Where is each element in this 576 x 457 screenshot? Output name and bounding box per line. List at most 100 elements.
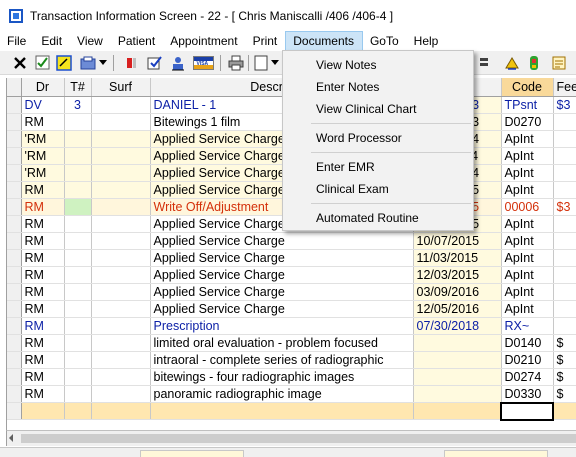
cell-tnum[interactable] [64, 215, 92, 233]
cell-date[interactable] [413, 351, 502, 369]
menu-item-view-notes[interactable]: View Notes [283, 54, 473, 76]
cell-code[interactable]: ApInt [501, 283, 554, 301]
cell-surf[interactable] [91, 283, 151, 301]
menu-edit[interactable]: Edit [34, 31, 70, 51]
menu-item-enter-emr[interactable]: Enter EMR [283, 156, 473, 178]
table-row[interactable]: RM bitewings - four radiographic images … [7, 368, 576, 386]
cell-tnum[interactable] [64, 351, 92, 369]
cell-date[interactable]: 12/03/2015 [413, 266, 502, 284]
script-icon[interactable] [550, 54, 567, 71]
cell-tnum[interactable] [64, 300, 92, 318]
cell-surf[interactable] [91, 181, 151, 199]
cell-tnum[interactable] [64, 334, 92, 352]
menu-appointment[interactable]: Appointment [163, 31, 245, 51]
cell-code[interactable]: D0274 [501, 368, 554, 386]
cell-fee[interactable] [553, 215, 576, 233]
cell-date[interactable] [413, 402, 502, 420]
cell-tnum[interactable] [64, 385, 92, 403]
row-selector[interactable] [7, 351, 22, 369]
row-selector[interactable] [7, 334, 22, 352]
cell-surf[interactable] [91, 249, 151, 267]
menu-help[interactable]: Help [407, 31, 447, 51]
row-selector[interactable] [7, 402, 22, 420]
menu-view[interactable]: View [70, 31, 111, 51]
cell-dr[interactable]: RM [21, 368, 65, 386]
cell-fee[interactable] [553, 266, 576, 284]
cell-surf[interactable] [91, 385, 151, 403]
cell-fee[interactable] [553, 232, 576, 250]
cell-dr[interactable]: DV [21, 96, 65, 114]
menu-item-view-clinical-chart[interactable]: View Clinical Chart [283, 98, 473, 120]
row-selector[interactable] [7, 368, 22, 386]
cell-surf[interactable] [91, 215, 151, 233]
cell-dr[interactable]: RM [21, 351, 65, 369]
cell-dr[interactable]: 'RM [21, 164, 65, 182]
cell-tnum[interactable] [64, 198, 92, 216]
cell-code[interactable]: ApInt [501, 164, 554, 182]
cell-code[interactable]: ApInt [501, 300, 554, 318]
cell-tnum[interactable] [64, 232, 92, 250]
row-selector[interactable] [7, 300, 22, 318]
table-row[interactable]: RM panoramic radiographic image D0330 $ [7, 385, 576, 403]
row-selector[interactable] [7, 113, 22, 131]
row-selector[interactable] [7, 147, 22, 165]
cell-fee[interactable] [553, 402, 576, 420]
cell-fee[interactable]: $ [553, 385, 576, 403]
cell-description[interactable]: limited oral evaluation - problem focuse… [150, 334, 414, 352]
cell-dr[interactable]: RM [21, 113, 65, 131]
table-row[interactable]: RM intraoral - complete series of radiog… [7, 351, 576, 369]
scroll-thumb[interactable] [21, 434, 576, 443]
cell-tnum[interactable] [64, 266, 92, 284]
cell-code[interactable]: D0140 [501, 334, 554, 352]
cell-fee[interactable] [553, 164, 576, 182]
row-selector[interactable] [7, 249, 22, 267]
cell-description[interactable]: Applied Service Charge [150, 249, 414, 267]
print-icon[interactable] [227, 54, 244, 71]
cell-dr[interactable]: RM [21, 232, 65, 250]
cell-code[interactable]: 00006 [501, 198, 554, 216]
table-row[interactable]: RM Applied Service Charge 03/09/2016 ApI… [7, 283, 576, 301]
cell-dr[interactable]: 'RM [21, 147, 65, 165]
menu-item-enter-notes[interactable]: Enter Notes [283, 76, 473, 98]
menu-goto[interactable]: GoTo [363, 31, 407, 51]
cell-date[interactable] [413, 385, 502, 403]
row-selector[interactable] [7, 232, 22, 250]
scroll-left-icon[interactable] [9, 434, 13, 442]
cell-fee[interactable]: $3 [553, 198, 576, 216]
menu-item-clinical-exam[interactable]: Clinical Exam [283, 178, 473, 200]
col-dr[interactable]: Dr [21, 78, 65, 97]
cell-surf[interactable] [91, 402, 151, 420]
cell-tnum[interactable] [64, 249, 92, 267]
table-row[interactable]: RM limited oral evaluation - problem foc… [7, 334, 576, 352]
table-row[interactable]: RM Prescription 07/30/2018 RX~ [7, 317, 576, 335]
cell-tnum[interactable] [64, 402, 92, 420]
cell-surf[interactable] [91, 300, 151, 318]
current-cell[interactable] [500, 401, 554, 421]
cell-description[interactable] [150, 402, 414, 420]
cell-dr[interactable]: RM [21, 283, 65, 301]
cell-tnum[interactable] [64, 113, 92, 131]
menu-item-automated-routine[interactable]: Automated Routine [283, 207, 473, 229]
cell-tnum[interactable] [64, 130, 92, 148]
cell-date[interactable]: 11/03/2015 [413, 249, 502, 267]
cell-fee[interactable]: $ [553, 351, 576, 369]
cell-tnum[interactable] [64, 181, 92, 199]
cell-date[interactable] [413, 334, 502, 352]
cell-description[interactable]: Applied Service Charge [150, 266, 414, 284]
cell-code[interactable]: ApInt [501, 147, 554, 165]
row-selector[interactable] [7, 266, 22, 284]
cell-dr[interactable] [21, 402, 65, 420]
col-surf[interactable]: Surf [91, 78, 151, 97]
cell-surf[interactable] [91, 368, 151, 386]
row-selector[interactable] [7, 96, 22, 114]
row-selector[interactable] [7, 181, 22, 199]
menu-documents[interactable]: Documents [285, 31, 363, 51]
cell-surf[interactable] [91, 96, 151, 114]
cell-surf[interactable] [91, 130, 151, 148]
cell-fee[interactable] [553, 130, 576, 148]
cell-dr[interactable]: RM [21, 385, 65, 403]
menu-patient[interactable]: Patient [111, 31, 163, 51]
cell-code[interactable]: RX~ [501, 317, 554, 335]
table-row[interactable]: RM Applied Service Charge 12/05/2016 ApI… [7, 300, 576, 318]
cell-dr[interactable]: RM [21, 334, 65, 352]
